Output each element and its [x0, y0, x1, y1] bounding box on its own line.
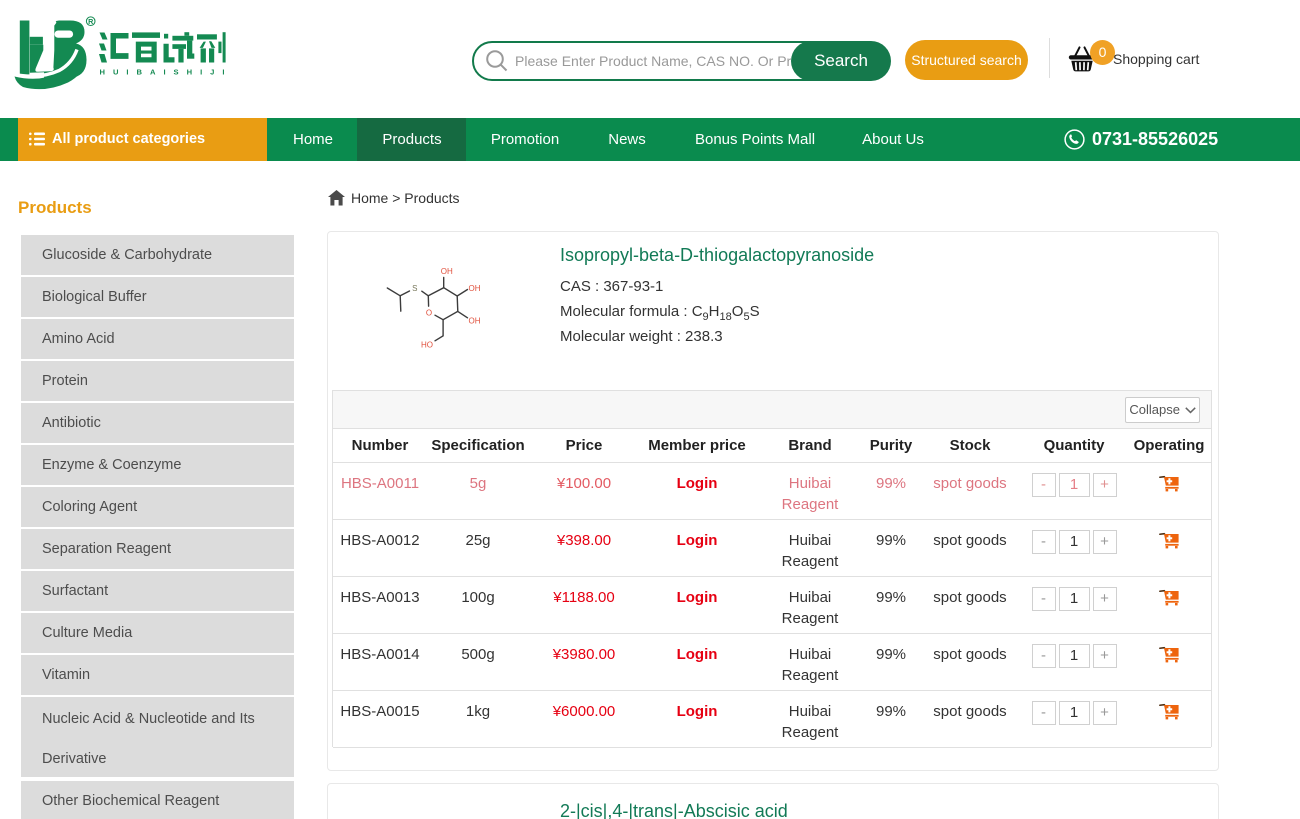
svg-text:O: O — [426, 308, 432, 317]
svg-text:OH: OH — [469, 284, 481, 293]
svg-text:S: S — [412, 284, 417, 293]
svg-text:OH: OH — [441, 267, 453, 276]
svg-text:R: R — [88, 17, 94, 26]
svg-text:HO: HO — [421, 341, 433, 350]
svg-text:HUIBAISHIJI: HUIBAISHIJI — [100, 68, 225, 77]
svg-text:OH: OH — [469, 316, 481, 325]
